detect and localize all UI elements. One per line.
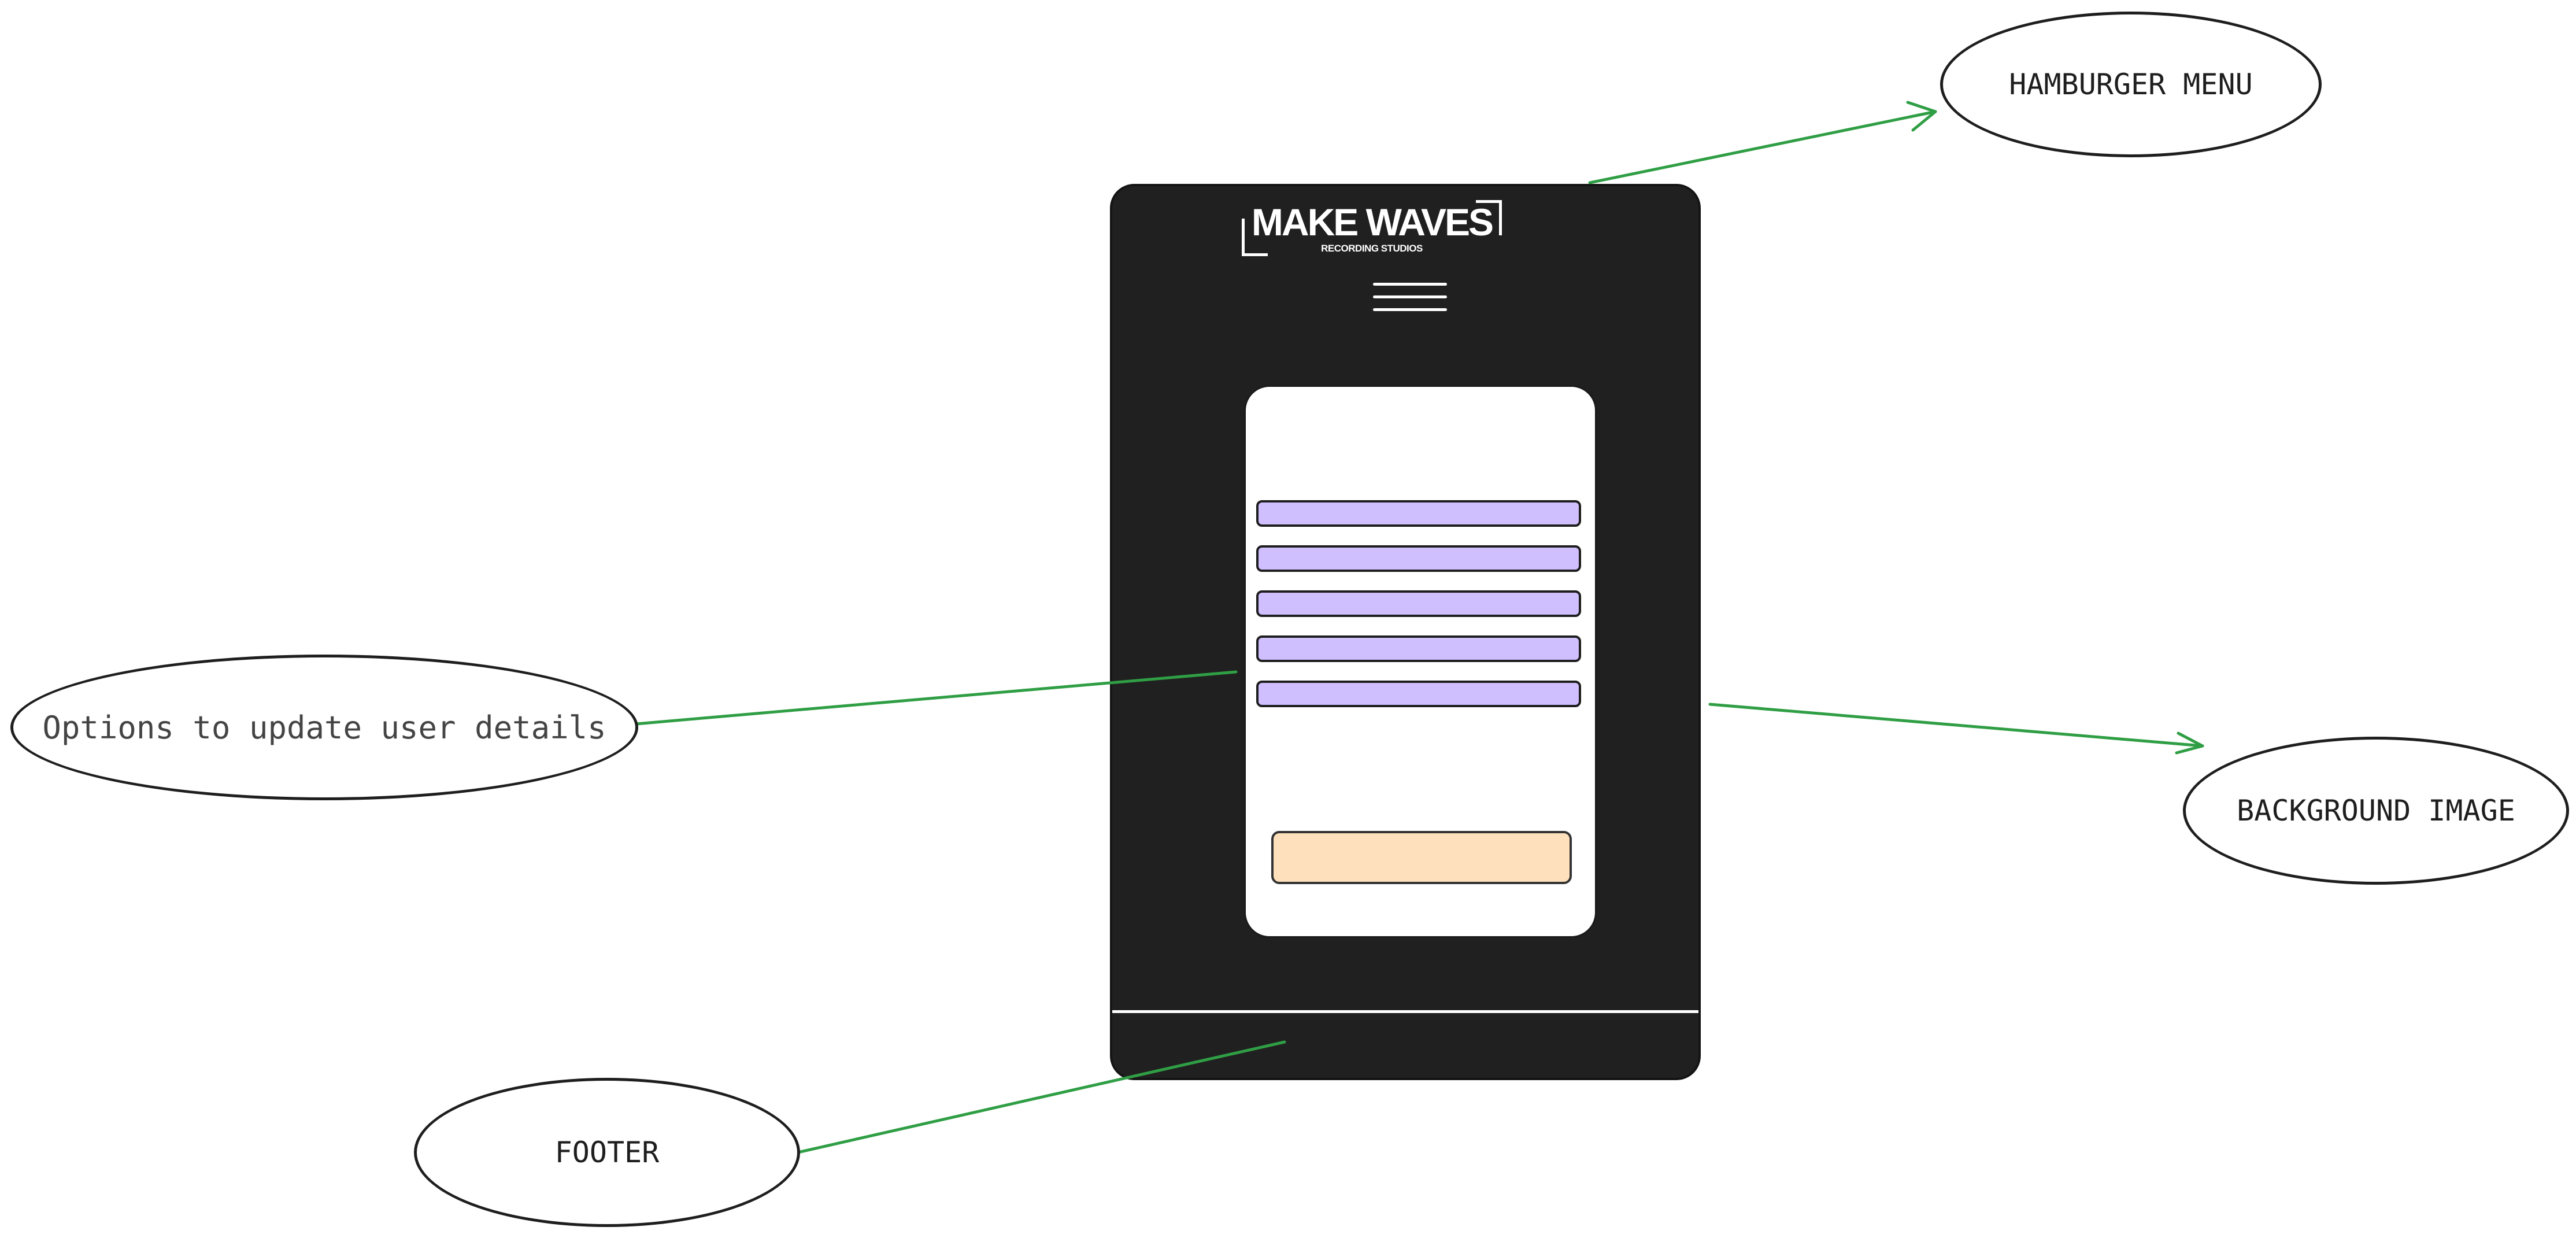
footer: [1112, 1013, 1698, 1078]
arrowhead-background: [2175, 731, 2204, 755]
form-field-1[interactable]: [1256, 500, 1581, 527]
logo-bracket-right: [1476, 200, 1502, 235]
annotation-footer-label: FOOTER: [554, 1136, 660, 1169]
user-details-form: [1244, 385, 1597, 938]
annotation-hamburger-menu-label: HAMBURGER MENU: [2009, 68, 2253, 101]
annotation-background-image: BACKGROUND IMAGE: [2183, 737, 2569, 885]
submit-button[interactable]: [1271, 831, 1572, 884]
logo-title: MAKE WAVES: [1251, 201, 1494, 243]
form-field-3[interactable]: [1256, 590, 1581, 617]
arrowhead-hamburger: [1906, 101, 1937, 132]
annotation-background-image-label: BACKGROUND IMAGE: [2237, 794, 2515, 827]
logo-bracket-left: [1242, 219, 1268, 256]
hamburger-menu-icon[interactable]: [1370, 280, 1450, 315]
arrow-background: [1708, 703, 2204, 748]
arrow-hamburger: [1588, 110, 1937, 184]
annotation-hamburger-menu: HAMBURGER MENU: [1940, 12, 2322, 157]
annotation-options-label: Options to update user details: [42, 709, 606, 746]
form-field-5[interactable]: [1256, 681, 1581, 707]
mobile-frame: MAKE WAVES RECORDING STUDIOS: [1110, 184, 1701, 1080]
annotation-footer: FOOTER: [414, 1078, 800, 1227]
logo[interactable]: MAKE WAVES RECORDING STUDIOS: [1242, 198, 1502, 256]
form-field-4[interactable]: [1256, 635, 1581, 662]
annotation-options: Options to update user details: [10, 655, 638, 800]
form-field-2[interactable]: [1256, 545, 1581, 572]
